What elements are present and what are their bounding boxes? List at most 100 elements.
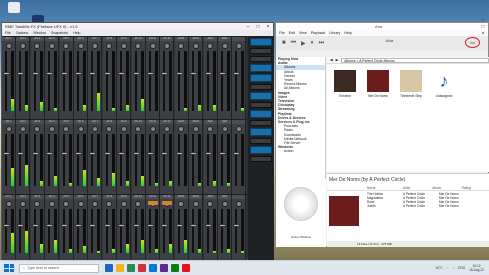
panel-button[interactable]	[250, 120, 272, 126]
pan-knob[interactable]	[19, 43, 26, 49]
maximize-icon[interactable]: □	[253, 23, 263, 30]
play-icon[interactable]: ▶	[301, 40, 306, 47]
totalmix-titlebar[interactable]: RME TotalMix FX (Fireface UFX II) - v1.6…	[2, 23, 273, 30]
fader-handle[interactable]	[147, 224, 154, 228]
menu-item[interactable]: Edit	[289, 31, 295, 35]
panel-button[interactable]	[250, 110, 272, 118]
fader-handle[interactable]	[75, 224, 82, 228]
pan-knob[interactable]	[48, 201, 55, 207]
minimize-icon[interactable]: –	[478, 16, 488, 23]
panel-button[interactable]	[250, 138, 272, 144]
fader-handle[interactable]	[103, 224, 111, 228]
pan-knob[interactable]	[192, 126, 199, 132]
pan-knob[interactable]	[120, 43, 127, 49]
fader-handle[interactable]	[46, 224, 54, 228]
pan-knob[interactable]	[34, 201, 41, 207]
pan-knob[interactable]	[106, 201, 113, 207]
fader-handle[interactable]	[175, 152, 183, 156]
fader-handle[interactable]	[3, 152, 10, 156]
menu-item[interactable]: Snapshots	[51, 31, 68, 35]
taskbar-app-icon[interactable]	[171, 264, 179, 272]
fader-handle[interactable]	[132, 72, 140, 75]
clock[interactable]: 10:12 18-Aug-22	[469, 264, 484, 272]
fader-handle[interactable]	[204, 72, 212, 75]
language-indicator[interactable]: ENG	[458, 266, 465, 270]
fader-handle[interactable]	[161, 152, 169, 156]
pan-knob[interactable]	[5, 43, 12, 49]
desktop-icon-1[interactable]	[3, 2, 25, 14]
taskbar-app-icon[interactable]	[160, 264, 168, 272]
pan-knob[interactable]	[63, 43, 70, 49]
fader-handle[interactable]	[204, 152, 212, 156]
pan-knob[interactable]	[63, 201, 70, 207]
panel-button[interactable]	[250, 74, 272, 82]
pan-knob[interactable]	[91, 126, 98, 132]
pan-knob[interactable]	[77, 201, 84, 207]
pan-knob[interactable]	[207, 201, 214, 207]
fader-handle[interactable]	[60, 224, 68, 228]
panel-button[interactable]	[250, 48, 272, 54]
fader-handle[interactable]	[89, 152, 97, 156]
menu-item[interactable]: Options	[16, 31, 28, 35]
pan-knob[interactable]	[34, 126, 41, 132]
fader-handle[interactable]	[46, 152, 54, 156]
pan-knob[interactable]	[19, 201, 26, 207]
panel-button[interactable]	[250, 38, 272, 46]
menu-item[interactable]: Playback	[311, 31, 326, 35]
pan-knob[interactable]	[207, 126, 214, 132]
taskbar-app-icon[interactable]	[105, 264, 113, 272]
network-icon[interactable]: ◔	[447, 266, 449, 270]
pan-knob[interactable]	[221, 126, 228, 132]
fader-handle[interactable]	[31, 224, 39, 228]
fader-handle[interactable]	[3, 224, 10, 228]
pan-knob[interactable]	[106, 43, 113, 49]
column-header-cell[interactable]: Album	[432, 186, 459, 190]
taskbar-app-icon[interactable]	[138, 264, 146, 272]
pan-knob[interactable]	[135, 126, 142, 132]
fader-handle[interactable]	[233, 224, 241, 228]
pan-knob[interactable]	[178, 126, 185, 132]
pan-knob[interactable]	[178, 201, 185, 207]
back-icon[interactable]: ◀	[330, 58, 333, 62]
previous-icon[interactable]: ⏮	[291, 40, 296, 47]
fader-handle[interactable]	[118, 152, 126, 156]
fader-handle[interactable]	[118, 224, 126, 228]
pan-knob[interactable]	[178, 43, 185, 49]
fader-handle[interactable]	[190, 72, 198, 75]
solo-button[interactable]	[162, 201, 173, 205]
fader-handle[interactable]	[161, 224, 169, 228]
fader-handle[interactable]	[31, 152, 39, 156]
album-tile[interactable]: Mer De Noms	[366, 70, 390, 98]
panel-button[interactable]	[250, 156, 272, 162]
menu-item[interactable]: File	[279, 31, 285, 35]
fader-handle[interactable]	[132, 224, 140, 228]
start-button[interactable]	[4, 264, 14, 272]
panel-button[interactable]	[250, 128, 272, 136]
fader-handle[interactable]	[219, 72, 226, 75]
fader-handle[interactable]	[204, 224, 212, 228]
pan-knob[interactable]	[235, 201, 242, 207]
pan-knob[interactable]	[120, 126, 127, 132]
pan-knob[interactable]	[63, 126, 70, 132]
fader-handle[interactable]	[219, 224, 226, 228]
minimize-icon[interactable]: –	[243, 23, 253, 30]
taskbar-app-icon[interactable]	[182, 264, 190, 272]
fader-handle[interactable]	[89, 72, 97, 75]
pan-knob[interactable]	[192, 201, 199, 207]
pan-knob[interactable]	[163, 126, 170, 132]
volume-button[interactable]: Vol	[465, 37, 480, 48]
pan-knob[interactable]	[235, 43, 242, 49]
fader-handle[interactable]	[103, 152, 111, 156]
menu-item[interactable]: View	[299, 31, 307, 35]
pan-knob[interactable]	[77, 43, 84, 49]
next-icon[interactable]: ⏭	[319, 40, 324, 47]
pan-knob[interactable]	[77, 126, 84, 132]
panel-button[interactable]	[250, 56, 272, 62]
pan-knob[interactable]	[106, 126, 113, 132]
pan-knob[interactable]	[5, 201, 12, 207]
panel-button[interactable]	[250, 102, 272, 108]
fader-handle[interactable]	[3, 72, 10, 75]
pan-knob[interactable]	[34, 43, 41, 49]
fader-handle[interactable]	[190, 152, 198, 156]
speaker-icon[interactable]: ♪	[453, 266, 455, 270]
